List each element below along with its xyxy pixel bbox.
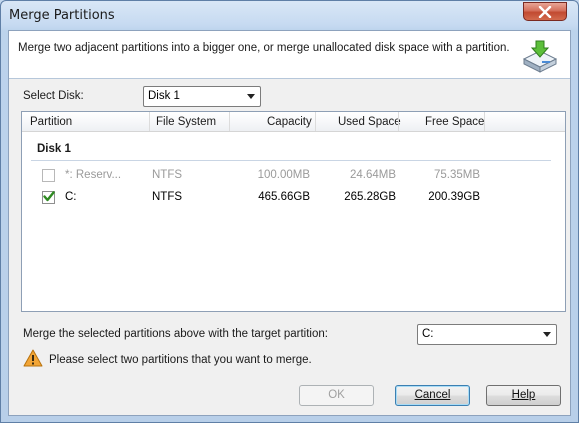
dialog-header: Merge two adjacent partitions into a big… xyxy=(9,31,570,79)
target-partition-dropdown[interactable]: C: xyxy=(417,324,557,345)
window-title: Merge Partitions xyxy=(9,8,115,23)
group-divider xyxy=(31,160,551,161)
table-header: Partition File System Capacity Used Spac… xyxy=(22,112,565,132)
title-bar[interactable]: Merge Partitions xyxy=(1,1,578,31)
column-header-partition[interactable]: Partition xyxy=(30,112,72,131)
close-icon xyxy=(538,5,552,18)
help-button[interactable]: Help xyxy=(486,385,561,406)
partition-name: C: xyxy=(65,191,77,203)
help-button-label: Help xyxy=(511,389,536,401)
close-button[interactable] xyxy=(523,2,567,21)
partition-free-space: 75.35MB xyxy=(433,169,480,181)
ok-button-label: OK xyxy=(328,389,345,401)
table-row[interactable]: *: Reserv... NTFS 100.00MB 24.64MB 75.35… xyxy=(22,165,565,187)
partition-checkbox[interactable] xyxy=(42,169,55,182)
partition-file-system: NTFS xyxy=(152,191,183,203)
partition-used-space: 265.28GB xyxy=(344,191,396,203)
select-disk-value: Disk 1 xyxy=(148,90,180,102)
partition-table: Partition File System Capacity Used Spac… xyxy=(21,111,566,312)
target-partition-value: C: xyxy=(422,328,434,340)
warning-message: Please select two partitions that you wa… xyxy=(49,354,312,366)
header-description: Merge two adjacent partitions into a big… xyxy=(18,42,510,54)
checkmark-icon xyxy=(43,191,55,202)
partition-used-space: 24.64MB xyxy=(349,169,396,181)
partition-checkbox[interactable] xyxy=(42,191,55,204)
select-disk-dropdown[interactable]: Disk 1 xyxy=(143,86,261,107)
partition-free-space: 200.39GB xyxy=(428,191,480,203)
dialog-body: Merge two adjacent partitions into a big… xyxy=(8,30,571,416)
chevron-down-icon xyxy=(543,332,551,337)
cancel-button[interactable]: Cancel xyxy=(395,385,470,406)
partition-name: *: Reserv... xyxy=(65,169,122,181)
partition-capacity: 465.66GB xyxy=(258,191,310,203)
select-disk-label: Select Disk: xyxy=(23,90,84,102)
cancel-button-label: Cancel xyxy=(414,389,451,401)
column-header-capacity[interactable]: Capacity xyxy=(267,112,312,131)
ok-button[interactable]: OK xyxy=(299,385,374,406)
warning-icon xyxy=(23,349,43,367)
column-header-used-space[interactable]: Used Space xyxy=(338,112,401,131)
column-header-free-space[interactable]: Free Space xyxy=(425,112,484,131)
table-row[interactable]: C: NTFS 465.66GB 265.28GB 200.39GB xyxy=(22,187,565,209)
partition-file-system: NTFS xyxy=(152,169,183,181)
merge-disk-icon xyxy=(522,40,558,73)
disk-group-title: Disk 1 xyxy=(37,143,71,155)
merge-partitions-dialog: Merge Partitions Merge two adjacent part… xyxy=(0,0,579,423)
target-partition-label: Merge the selected partitions above with… xyxy=(23,328,328,340)
partition-capacity: 100.00MB xyxy=(257,169,310,181)
column-header-file-system[interactable]: File System xyxy=(156,112,216,131)
chevron-down-icon xyxy=(247,94,255,99)
